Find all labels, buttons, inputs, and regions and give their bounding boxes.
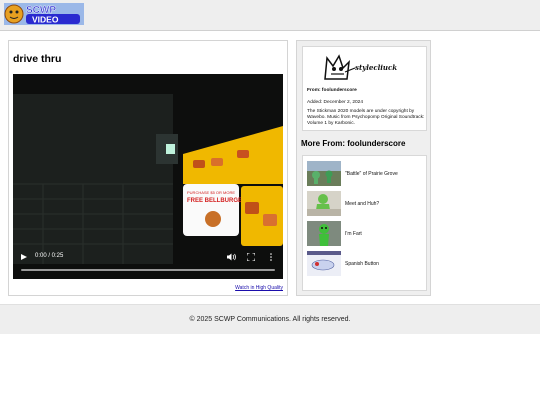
related-video-item[interactable]: Meet and Huh? (307, 191, 425, 217)
play-icon[interactable] (21, 254, 27, 260)
related-thumbnail[interactable] (307, 221, 341, 246)
related-title[interactable]: Meet and Huh? (345, 201, 379, 207)
more-options-icon[interactable] (269, 253, 273, 261)
video-description: The Stickman 2020 models are under copyr… (307, 109, 425, 126)
top-bar: SCWP VIDEO (0, 0, 540, 31)
related-title[interactable]: Spanish Button (345, 261, 379, 267)
copyright-text: © 2025 SCWP Communications. All rights r… (189, 316, 351, 323)
footer: © 2025 SCWP Communications. All rights r… (0, 304, 540, 334)
related-title[interactable]: I'm Fart (345, 231, 362, 237)
channel-logo-text: stylecliuck (355, 63, 397, 72)
related-title[interactable]: "Battle" of Prairie Grove (345, 171, 398, 177)
svg-text:PURCHASE $5 OR MORE: PURCHASE $5 OR MORE (187, 190, 235, 195)
upload-date: Added: December 2, 2024 (307, 100, 364, 105)
channel-logo: stylecliuck (324, 54, 397, 80)
related-thumbnail[interactable] (307, 191, 341, 216)
svg-text:FREE BELLBURGER: FREE BELLBURGER (187, 198, 247, 204)
more-from-heading: More From: foolunderscore (301, 139, 406, 148)
svg-text:VIDEO: VIDEO (32, 15, 59, 25)
watch-high-quality-link[interactable]: Watch in High Quality (235, 285, 283, 291)
uploader-name: From: foolunderscore (307, 88, 357, 93)
related-videos-list: "Battle" of Prairie Grove Meet and Huh? … (302, 155, 427, 291)
related-thumbnail[interactable] (307, 251, 341, 276)
fullscreen-icon[interactable] (247, 253, 255, 261)
video-title: drive thru (13, 53, 62, 65)
video-player[interactable]: PURCHASE $5 OR MORE FREE BELLBURGER 0:00… (13, 74, 283, 279)
related-video-item[interactable]: "Battle" of Prairie Grove (307, 161, 425, 187)
sidebar: stylecliuck From: foolunderscore Added: … (296, 40, 431, 296)
related-thumbnail[interactable] (307, 161, 341, 186)
related-video-item[interactable]: I'm Fart (307, 221, 425, 247)
channel-info-card: stylecliuck From: foolunderscore Added: … (302, 46, 427, 131)
related-video-item[interactable]: Spanish Button (307, 251, 425, 277)
video-controls: 0:00 / 0:25 (13, 245, 283, 279)
volume-icon[interactable] (227, 253, 237, 261)
video-time: 0:00 / 0:25 (35, 253, 64, 259)
scwp-video-logo[interactable]: SCWP VIDEO (4, 3, 84, 25)
video-panel: drive thru PURCHASE $5 OR MORE FREE BELL… (8, 40, 288, 296)
video-progress-bar[interactable] (21, 269, 275, 271)
